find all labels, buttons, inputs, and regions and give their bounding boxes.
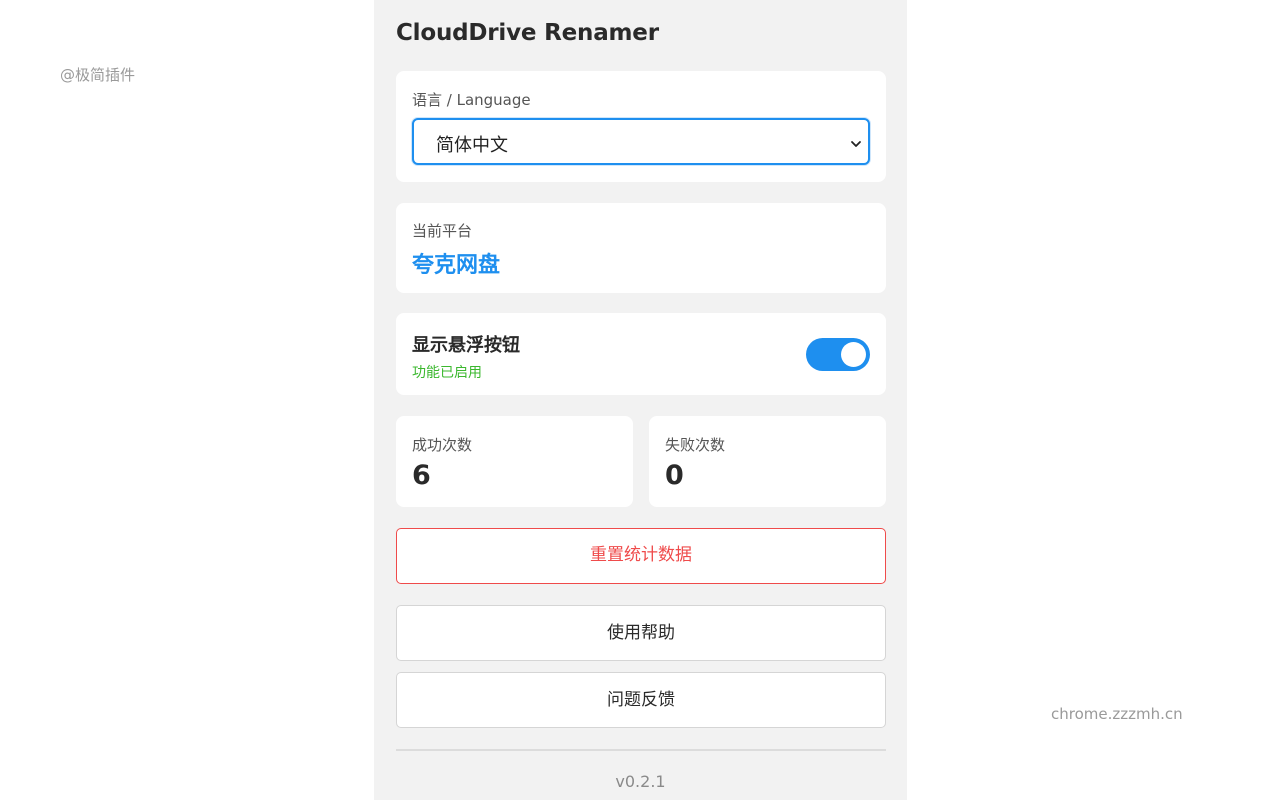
app-title: CloudDrive Renamer — [396, 20, 659, 46]
platform-value: 夸克网盘 — [412, 253, 501, 278]
language-label: 语言 / Language — [412, 91, 531, 109]
platform-card: 当前平台 夸克网盘 — [396, 203, 886, 293]
fail-count-label: 失败次数 — [665, 436, 726, 454]
version-label: v0.2.1 — [615, 772, 666, 791]
watermark-left: @极简插件 — [60, 66, 136, 84]
fail-count-card: 失败次数 0 — [649, 416, 886, 507]
language-select[interactable]: 简体中文 — [412, 118, 870, 165]
chevron-down-icon — [850, 135, 862, 147]
help-button[interactable]: 使用帮助 — [396, 605, 886, 661]
feedback-button[interactable]: 问题反馈 — [396, 672, 886, 728]
language-card: 语言 / Language 简体中文 — [396, 71, 886, 182]
extension-popup: CloudDrive Renamer 语言 / Language 简体中文 当前… — [374, 0, 907, 800]
reset-stats-button[interactable]: 重置统计数据 — [396, 528, 886, 584]
success-count-card: 成功次数 6 — [396, 416, 633, 507]
float-button-title: 显示悬浮按钮 — [412, 335, 520, 356]
fail-count-value: 0 — [665, 460, 684, 491]
float-button-toggle[interactable] — [806, 338, 870, 371]
float-button-status: 功能已启用 — [412, 365, 482, 381]
float-button-card: 显示悬浮按钮 功能已启用 — [396, 313, 886, 395]
language-select-value: 简体中文 — [436, 135, 508, 156]
platform-label: 当前平台 — [412, 222, 473, 240]
divider — [396, 749, 886, 751]
success-count-label: 成功次数 — [412, 436, 473, 454]
watermark-right: chrome.zzzmh.cn — [1051, 705, 1183, 723]
toggle-knob — [841, 342, 866, 367]
success-count-value: 6 — [412, 460, 431, 491]
